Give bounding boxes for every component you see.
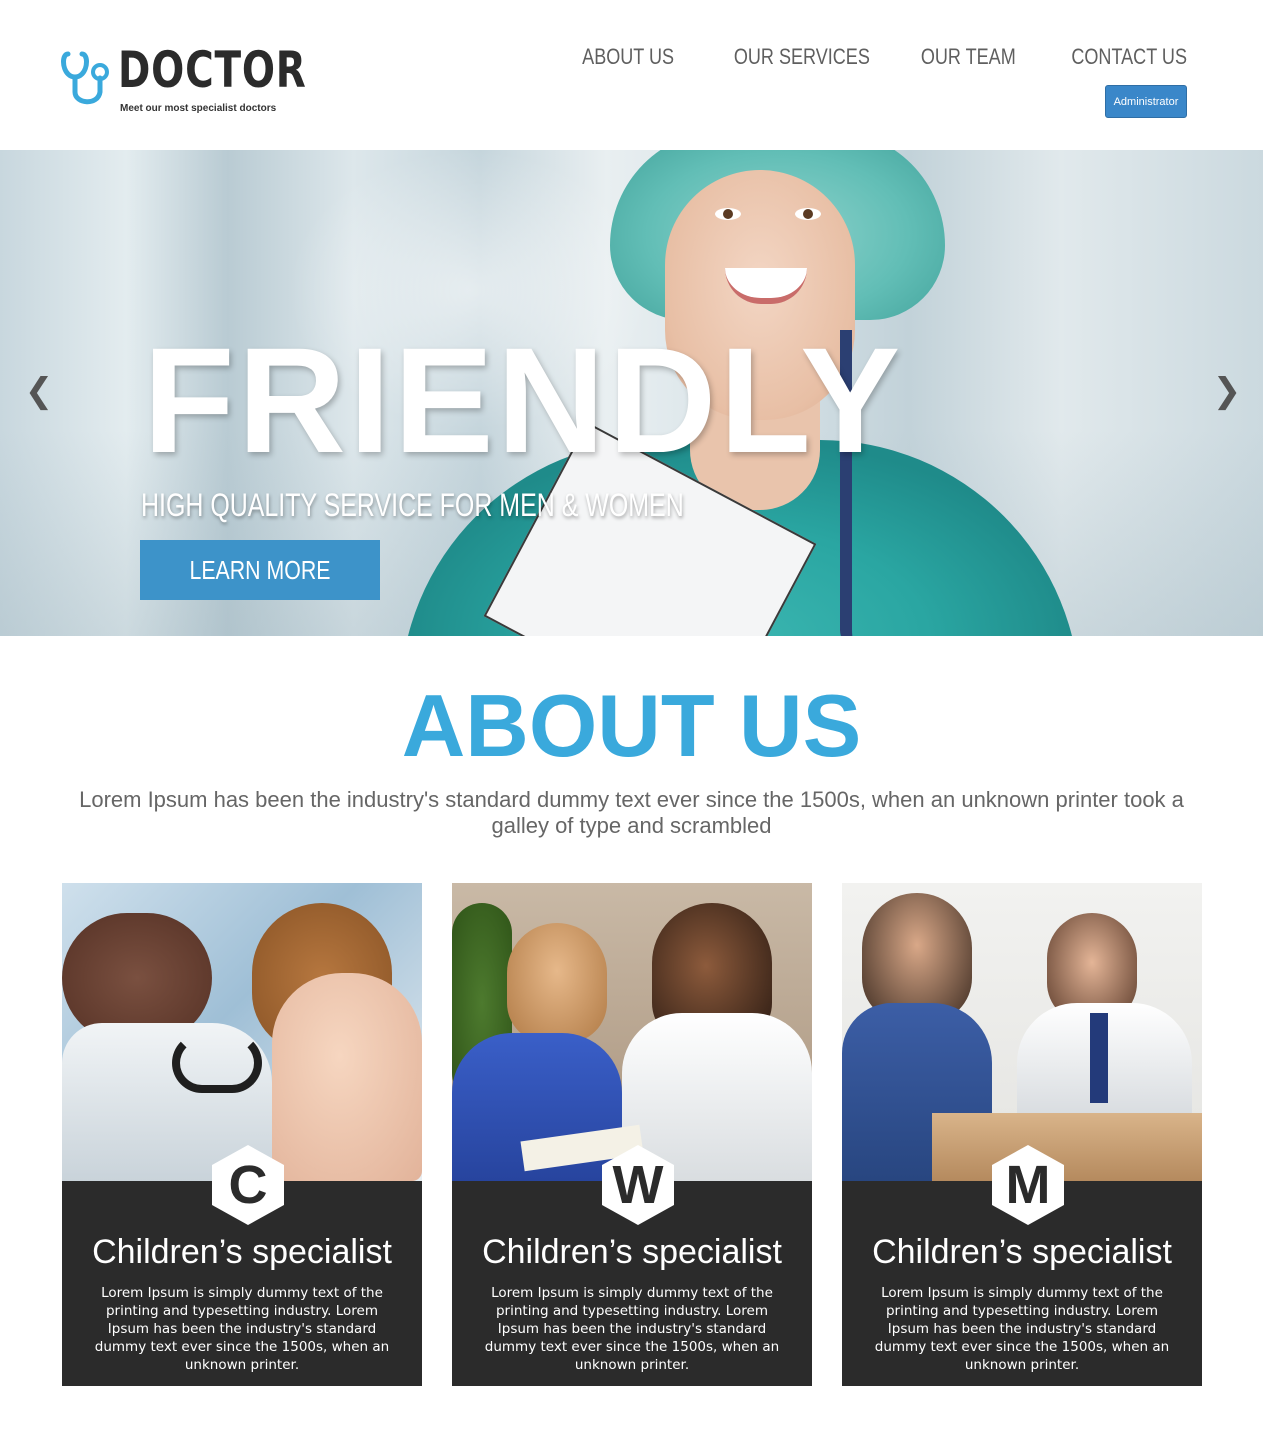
nav-contact-us[interactable]: CONTACT US (1071, 44, 1187, 70)
stethoscope-tube (172, 1033, 262, 1093)
learn-more-button[interactable]: LEARN MORE (140, 540, 380, 600)
specialist-card[interactable]: M Children’s specialist Lorem Ipsum is s… (842, 883, 1202, 1386)
brand-name: DOCTOR (118, 41, 307, 99)
about-title: ABOUT US (401, 676, 862, 775)
card-image (62, 883, 422, 1181)
patient-head (507, 923, 607, 1043)
learn-more-label: LEARN MORE (189, 554, 331, 585)
main-nav: ABOUT US OUR SERVICES OUR TEAM CONTACT U… (562, 44, 1187, 70)
chevron-right-icon[interactable]: ❯ (1213, 371, 1242, 411)
hero-title: FRIENDLY (143, 316, 904, 484)
administrator-button[interactable]: Administrator (1105, 85, 1187, 118)
nav-our-services[interactable]: OUR SERVICES (734, 44, 870, 70)
card-title: Children’s specialist (92, 1233, 392, 1271)
nav-our-team[interactable]: OUR TEAM (921, 44, 1016, 70)
card-text: Lorem Ipsum is simply dummy text of the … (484, 1285, 780, 1373)
doctor-eye-left (715, 208, 741, 220)
card-image (842, 883, 1202, 1181)
card-title: Children’s specialist (482, 1233, 782, 1271)
card-text: Lorem Ipsum is simply dummy text of the … (874, 1285, 1170, 1373)
hero-subtitle: HIGH QUALITY SERVICE FOR MEN & WOMEN (141, 487, 684, 523)
desk (932, 1113, 1202, 1181)
card-text: Lorem Ipsum is simply dummy text of the … (94, 1285, 390, 1373)
about-text: Lorem Ipsum has been the industry's stan… (79, 787, 1184, 838)
card-title: Children’s specialist (872, 1233, 1172, 1271)
stethoscope-icon (61, 51, 109, 105)
chevron-left-icon[interactable]: ❮ (25, 371, 54, 411)
card-image (452, 883, 812, 1181)
site-header: DOCTOR Meet our most specialist doctors … (0, 0, 1263, 150)
specialist-card[interactable]: C Children’s specialist Lorem Ipsum is s… (62, 883, 422, 1386)
brand-tagline: Meet our most specialist doctors (120, 103, 277, 114)
hero-slider: FRIENDLY HIGH QUALITY SERVICE FOR MEN & … (0, 150, 1263, 636)
nav-about-us[interactable]: ABOUT US (583, 44, 675, 70)
logo[interactable]: DOCTOR Meet our most specialist doctors (60, 42, 306, 116)
doctor-tie (1090, 1013, 1108, 1103)
doctor-eye-right (795, 208, 821, 220)
specialist-card[interactable]: W Children’s specialist Lorem Ipsum is s… (452, 883, 812, 1386)
child-body (272, 973, 422, 1181)
